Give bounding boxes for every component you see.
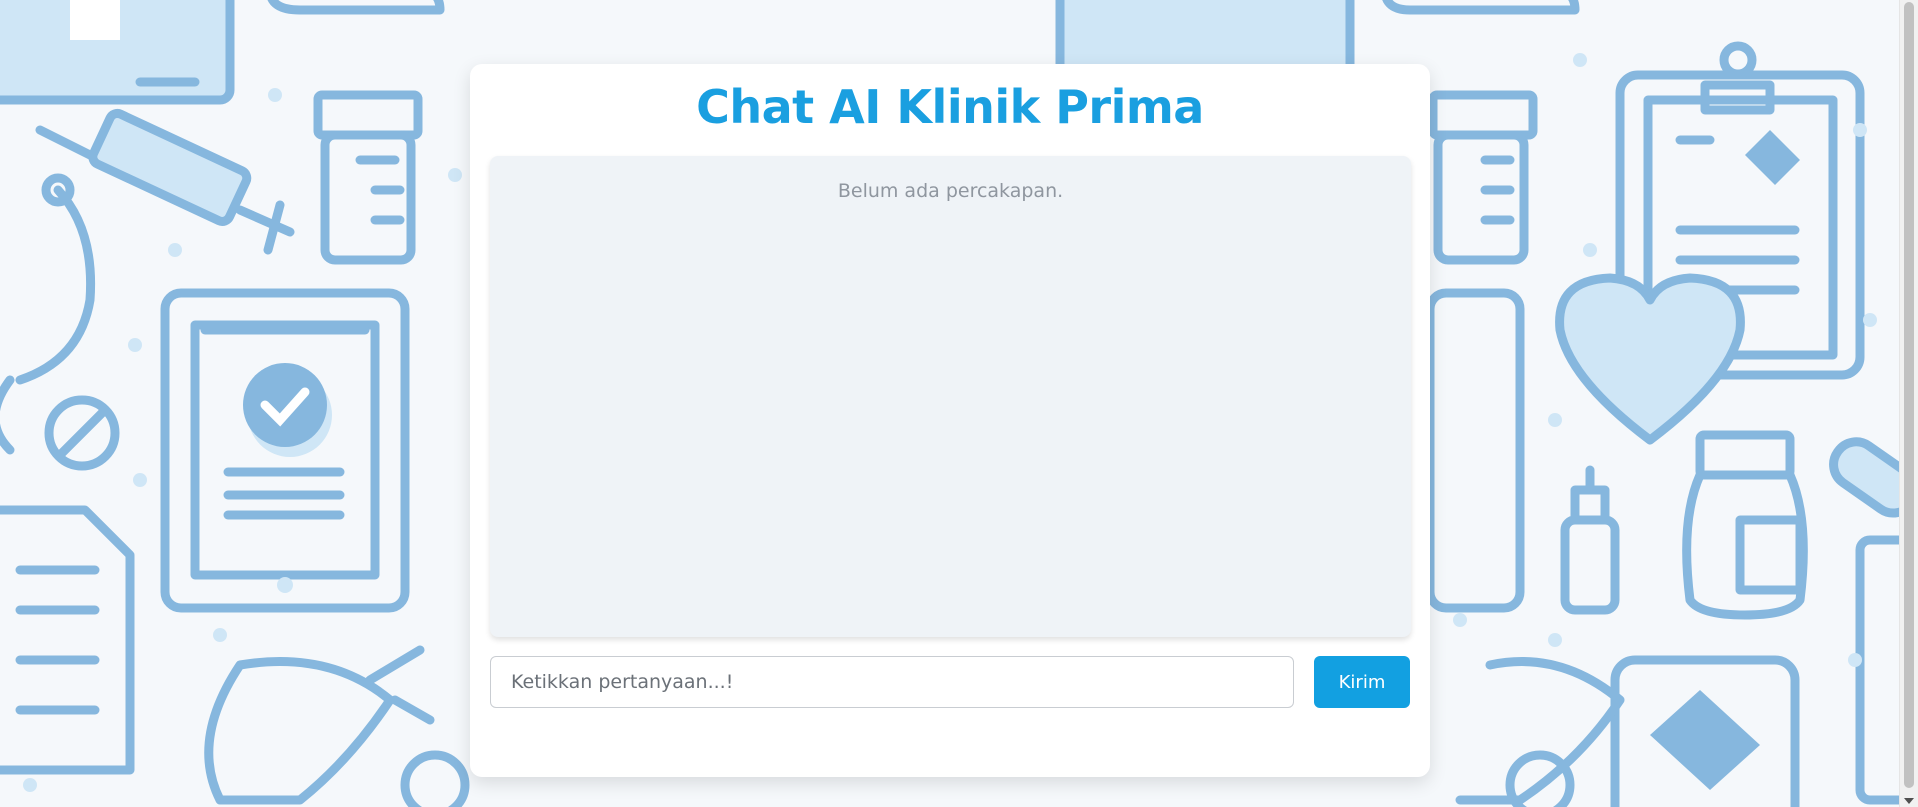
stethoscope-icon bbox=[0, 173, 96, 455]
medical-kit-icon bbox=[1610, 655, 1800, 807]
heart-icon bbox=[1555, 273, 1745, 445]
scrollbar-thumb[interactable] bbox=[1904, 2, 1914, 788]
message-input[interactable] bbox=[490, 656, 1294, 708]
send-button[interactable]: Kirim bbox=[1314, 656, 1410, 708]
dropper-bottle-icon bbox=[1560, 465, 1620, 615]
chat-card: Chat AI Klinik Prima Belum ada percakapa… bbox=[470, 64, 1430, 777]
medical-kit-icon bbox=[0, 0, 235, 105]
pill-bottle-icon bbox=[1682, 430, 1808, 620]
tablet-check-icon bbox=[160, 288, 410, 613]
pill-bottle-icon bbox=[313, 90, 423, 265]
page: Chat AI Klinik Prima Belum ada percakapa… bbox=[0, 0, 1918, 807]
page-scrollbar[interactable] bbox=[1899, 0, 1918, 807]
document-icon bbox=[0, 505, 135, 775]
pill-bottle-icon bbox=[1428, 90, 1538, 265]
capsule-icon bbox=[1829, 437, 1900, 518]
page-title: Chat AI Klinik Prima bbox=[696, 80, 1204, 134]
scroll-down-arrow-icon[interactable] bbox=[1904, 798, 1914, 804]
prohibited-icon bbox=[44, 395, 120, 471]
bandage-icon bbox=[204, 645, 470, 807]
chat-messages-area[interactable]: Belum ada percakapan. bbox=[490, 156, 1411, 637]
empty-chat-message: Belum ada percakapan. bbox=[837, 180, 1064, 202]
